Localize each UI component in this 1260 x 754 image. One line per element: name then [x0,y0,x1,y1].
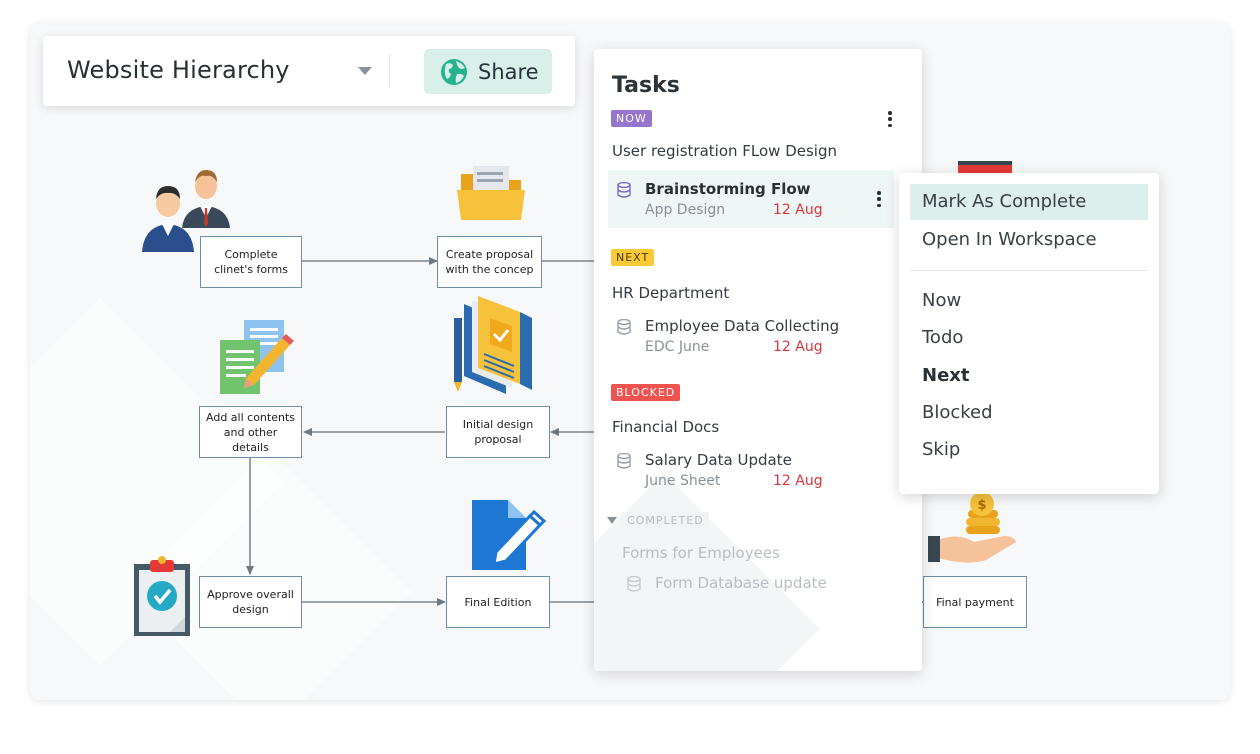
node-add-contents[interactable]: Add all contents and other details [199,406,302,458]
diagram-title[interactable]: Website Hierarchy [67,56,290,84]
menu-item-next[interactable]: Next [910,358,1148,394]
node-initial-design[interactable]: Initial design proposal [446,406,550,458]
task-name: Form Database update [655,574,827,592]
database-icon [627,576,641,592]
kebab-menu-icon[interactable] [872,190,886,208]
group-title: Financial Docs [612,418,720,436]
status-badge-completed[interactable]: COMPLETED [622,512,709,529]
money-hand-illustration: $ [928,492,1016,563]
task-due-date: 12 Aug [773,202,823,218]
caret-down-icon[interactable] [358,67,372,75]
task-name: Brainstorming Flow [645,180,811,198]
task-project: App Design [645,202,726,218]
task-row[interactable]: Salary Data Update June Sheet 12 Aug [608,441,894,499]
group-title: Forms for Employees [622,544,780,562]
users-illustration [142,170,230,252]
task-row[interactable]: Employee Data Collecting EDC June 12 Aug [608,307,894,365]
node-final-payment[interactable]: Final payment [923,576,1027,628]
status-badge-next: NEXT [611,249,655,266]
status-badge-now: NOW [611,110,652,127]
database-icon [617,182,631,198]
divider [389,54,390,88]
database-icon [617,453,631,469]
collapse-caret-icon[interactable] [607,517,617,524]
task-due-date: 12 Aug [773,339,823,355]
task-row[interactable]: Form Database update [618,564,904,622]
books-illustration [454,296,532,394]
task-name: Salary Data Update [645,451,792,469]
diagram-header: Website Hierarchy Share [43,36,575,106]
tasks-panel: Tasks NOW User registration FLow Design … [594,49,922,671]
document-pencil-illustration [220,320,294,394]
globe-icon [441,58,467,85]
menu-divider [910,270,1148,271]
menu-item-mark-complete[interactable]: Mark As Complete [910,184,1148,220]
menu-item-blocked[interactable]: Blocked [910,395,1148,431]
edit-document-icon [472,500,546,570]
task-due-date: 12 Aug [773,473,823,489]
menu-item-open-workspace[interactable]: Open In Workspace [910,222,1148,258]
node-approve-design[interactable]: Approve overall design [199,576,302,628]
tasks-title: Tasks [612,73,680,98]
node-create-proposal[interactable]: Create proposal with the concep [437,236,542,288]
share-label: Share [478,59,539,84]
task-project: EDC June [645,339,710,355]
share-button[interactable]: Share [424,49,552,94]
kebab-menu-icon[interactable] [883,110,897,128]
status-badge-blocked: BLOCKED [611,384,681,401]
task-project: June Sheet [645,473,721,489]
database-icon [617,319,631,335]
node-final-edition[interactable]: Final Edition [446,576,550,628]
menu-item-now[interactable]: Now [910,283,1148,319]
task-row[interactable]: Brainstorming Flow App Design 12 Aug [608,170,894,228]
clipboard-check-illustration [134,556,190,636]
menu-item-todo[interactable]: Todo [910,320,1148,356]
svg-text:$: $ [977,498,986,513]
task-context-menu: Mark As Complete Open In Workspace Now T… [899,173,1159,494]
group-title: HR Department [612,284,730,302]
task-name: Employee Data Collecting [645,317,840,335]
group-title: User registration FLow Design [612,142,837,160]
book-illustration-partial [958,161,1012,173]
menu-item-skip[interactable]: Skip [910,432,1148,468]
folder-illustration [457,166,525,220]
